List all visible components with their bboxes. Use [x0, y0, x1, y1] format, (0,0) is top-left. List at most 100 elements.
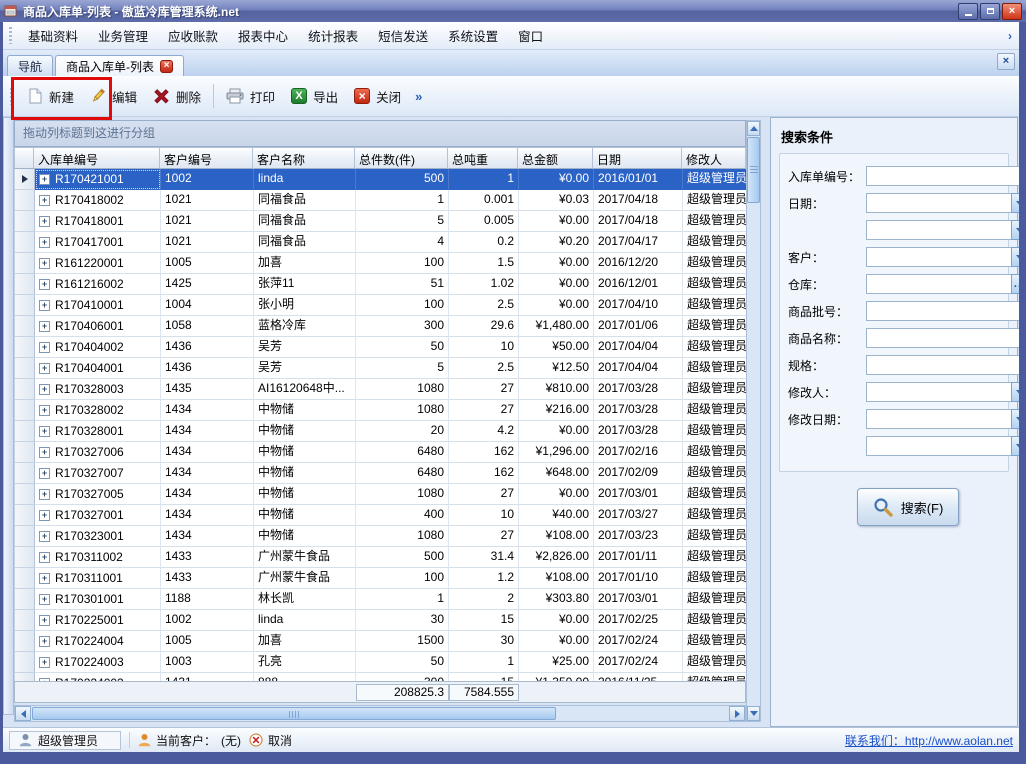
- table-row[interactable]: +R1703280031435AI16120648中...108027¥810.…: [15, 379, 746, 400]
- date-from-field-input[interactable]: [866, 193, 1019, 213]
- editor-field-input[interactable]: [866, 382, 1019, 402]
- dropdown-button[interactable]: [1011, 382, 1019, 402]
- column-header[interactable]: 客户编号: [160, 147, 253, 169]
- table-row[interactable]: +R170224002143188830015¥1,350.002016/11/…: [15, 673, 746, 681]
- expand-row-icon[interactable]: +: [39, 594, 50, 605]
- table-row[interactable]: +R1612160021425张萍11511.02¥0.002016/12/01…: [15, 274, 746, 295]
- expand-row-icon[interactable]: +: [39, 657, 50, 668]
- expand-row-icon[interactable]: +: [39, 447, 50, 458]
- dropdown-button[interactable]: [1011, 409, 1019, 429]
- scroll-down-icon[interactable]: [747, 706, 760, 721]
- delete-button[interactable]: 删除: [145, 82, 209, 111]
- table-row[interactable]: +R1703270071434中物储6480162¥648.002017/02/…: [15, 463, 746, 484]
- expand-row-icon[interactable]: +: [39, 552, 50, 563]
- scroll-up-icon[interactable]: [747, 121, 760, 136]
- menu-item[interactable]: 系统设置: [438, 23, 508, 48]
- column-header[interactable]: 修改人: [682, 147, 746, 169]
- vertical-scrollbar[interactable]: [746, 120, 761, 722]
- ellipsis-button[interactable]: ...: [1011, 274, 1019, 294]
- expand-row-icon[interactable]: +: [39, 237, 50, 248]
- horizontal-scroll-thumb[interactable]: [32, 707, 556, 720]
- tab-nav[interactable]: 导航: [7, 55, 53, 76]
- expand-row-icon[interactable]: +: [39, 195, 50, 206]
- table-row[interactable]: +R1703110021433广州蒙牛食品50031.4¥2,826.00201…: [15, 547, 746, 568]
- menu-item[interactable]: 短信发送: [368, 23, 438, 48]
- column-header[interactable]: 日期: [593, 147, 682, 169]
- dropdown-button[interactable]: [1011, 247, 1019, 267]
- tab-active[interactable]: 商品入库单-列表×: [55, 55, 184, 76]
- expand-row-icon[interactable]: +: [39, 363, 50, 374]
- close-button[interactable]: ×: [1002, 3, 1022, 20]
- expand-row-icon[interactable]: +: [39, 405, 50, 416]
- menu-item[interactable]: 报表中心: [228, 23, 298, 48]
- expand-row-icon[interactable]: +: [39, 573, 50, 584]
- expand-row-icon[interactable]: +: [39, 384, 50, 395]
- table-row[interactable]: +R1703010011188林长凯12¥303.802017/03/01超级管…: [15, 589, 746, 610]
- table-row[interactable]: +R1703270011434中物储40010¥40.002017/03/27超…: [15, 505, 746, 526]
- search-button[interactable]: 搜索(F): [857, 488, 959, 526]
- menu-item[interactable]: 业务管理: [88, 23, 158, 48]
- expand-row-icon[interactable]: +: [39, 489, 50, 500]
- table-row[interactable]: +R1704040011436吴芳52.5¥12.502017/04/04超级管…: [15, 358, 746, 379]
- print-button[interactable]: 打印: [218, 82, 283, 111]
- warehouse-field-input[interactable]: [866, 274, 1019, 294]
- edit-date-from-field-input[interactable]: [866, 409, 1019, 429]
- table-row[interactable]: +R1704100011004张小明1002.5¥0.002017/04/10超…: [15, 295, 746, 316]
- dropdown-button[interactable]: [1011, 436, 1019, 456]
- column-header[interactable]: 总吨重: [448, 147, 518, 169]
- scroll-right-icon[interactable]: [729, 706, 745, 721]
- date-to-field-input[interactable]: [866, 220, 1019, 240]
- column-header[interactable]: 总件数(件): [355, 147, 448, 169]
- expand-row-icon[interactable]: +: [39, 258, 50, 269]
- menu-item[interactable]: 统计报表: [298, 23, 368, 48]
- table-row[interactable]: +R1704040021436吴芳5010¥50.002017/04/04超级管…: [15, 337, 746, 358]
- toolbar-overflow-icon[interactable]: »: [411, 89, 426, 104]
- scroll-left-icon[interactable]: [15, 706, 31, 721]
- cancel-customer-button[interactable]: 取消: [249, 732, 292, 749]
- table-row[interactable]: +R1704170011021同福食品40.2¥0.202017/04/17超级…: [15, 232, 746, 253]
- column-header[interactable]: 入库单编号: [34, 147, 160, 169]
- vertical-scroll-thumb[interactable]: [747, 137, 760, 203]
- spec-field-input[interactable]: [866, 355, 1019, 375]
- table-row[interactable]: +R1703270061434中物储6480162¥1,296.002017/0…: [15, 442, 746, 463]
- expand-row-icon[interactable]: +: [39, 321, 50, 332]
- expand-row-icon[interactable]: +: [39, 174, 50, 185]
- receipt-no-field-input[interactable]: [866, 166, 1019, 186]
- edit-date-to-field-input[interactable]: [866, 436, 1019, 456]
- table-row[interactable]: +R1702240031003孔亮501¥25.002017/02/24超级管理…: [15, 652, 746, 673]
- menu-item[interactable]: 基础资料: [18, 23, 88, 48]
- batch-no-field-input[interactable]: [866, 301, 1019, 321]
- contact-link[interactable]: 联系我们：http://www.aolan.net: [845, 732, 1013, 749]
- product-name-field-input[interactable]: [866, 328, 1019, 348]
- column-header[interactable]: 客户名称: [253, 147, 355, 169]
- table-row[interactable]: +R1703280011434中物储204.2¥0.002017/03/28超级…: [15, 421, 746, 442]
- expand-row-icon[interactable]: +: [39, 279, 50, 290]
- table-row[interactable]: +R1612200011005加喜1001.5¥0.002016/12/20超级…: [15, 253, 746, 274]
- collapsed-side-strip[interactable]: [3, 117, 14, 715]
- export-button[interactable]: X导出: [283, 82, 346, 111]
- new-button[interactable]: 新建: [19, 82, 82, 111]
- table-row[interactable]: +R1704180021021同福食品10.001¥0.032017/04/18…: [15, 190, 746, 211]
- expand-row-icon[interactable]: +: [39, 216, 50, 227]
- tabstrip-close-icon[interactable]: ×: [997, 53, 1015, 70]
- expand-row-icon[interactable]: +: [39, 510, 50, 521]
- maximize-button[interactable]: [980, 3, 1000, 20]
- table-row[interactable]: +R1702240041005加喜150030¥0.002017/02/24超级…: [15, 631, 746, 652]
- table-row[interactable]: +R1702250011002linda3015¥0.002017/02/25超…: [15, 610, 746, 631]
- expand-row-icon[interactable]: +: [39, 342, 50, 353]
- minimize-button[interactable]: [958, 3, 978, 20]
- menu-item[interactable]: 窗口: [508, 23, 553, 48]
- table-row[interactable]: +R1703270051434中物储108027¥0.002017/03/01超…: [15, 484, 746, 505]
- expand-row-icon[interactable]: +: [39, 636, 50, 647]
- close-tab-button[interactable]: ×关闭: [346, 82, 409, 111]
- table-row[interactable]: +R1704210011002linda5001¥0.002016/01/01超…: [15, 169, 746, 190]
- menu-item[interactable]: 应收账款: [158, 23, 228, 48]
- horizontal-scrollbar[interactable]: [14, 705, 746, 722]
- table-row[interactable]: +R1703110011433广州蒙牛食品1001.2¥108.002017/0…: [15, 568, 746, 589]
- column-header[interactable]: 总金额: [518, 147, 593, 169]
- dropdown-button[interactable]: [1011, 193, 1019, 213]
- menu-overflow-icon[interactable]: ›: [1008, 29, 1014, 43]
- tab-close-icon[interactable]: ×: [160, 60, 173, 73]
- expand-row-icon[interactable]: +: [39, 426, 50, 437]
- customer-field-input[interactable]: [866, 247, 1019, 267]
